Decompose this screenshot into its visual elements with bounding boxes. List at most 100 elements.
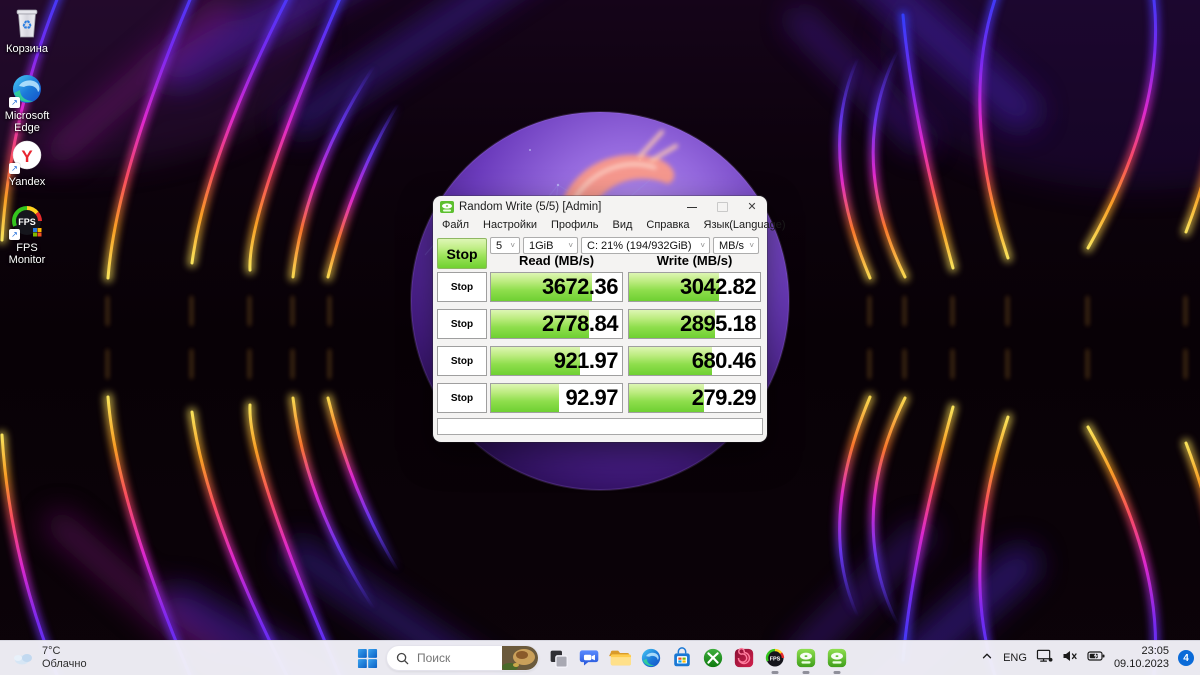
menu-language[interactable]: Язык(Language): [697, 218, 793, 232]
drive-select[interactable]: C: 21% (194/932GiB) ˅: [581, 237, 710, 254]
clock[interactable]: 23:05 09.10.2023: [1114, 645, 1169, 671]
desktop-icon-edge[interactable]: ↗ Microsoft Edge: [0, 72, 54, 134]
yandex-icon: Y ↗: [9, 138, 45, 174]
menu-file[interactable]: Файл: [435, 218, 476, 232]
battery-button[interactable]: [1087, 649, 1105, 667]
svg-text:Y: Y: [21, 147, 33, 166]
edge-taskbar-button[interactable]: [639, 646, 663, 670]
write-result-cell: 3042.82: [628, 272, 761, 302]
read-value: 3672.36: [542, 273, 618, 301]
volume-button[interactable]: [1062, 649, 1078, 668]
diskmark-icon: [795, 647, 817, 669]
tray-date: 09.10.2023: [1114, 658, 1169, 671]
close-button[interactable]: ✕: [737, 196, 767, 218]
chevron-down-icon: ˅: [510, 241, 519, 250]
crystaldiskmark-window: Random Write (5/5) [Admin] ✕ Файл Настро…: [433, 196, 767, 442]
diskmark-taskbar-button-2[interactable]: [825, 646, 849, 670]
edge-icon: ↗: [9, 72, 45, 108]
xbox-button[interactable]: [701, 646, 725, 670]
language-indicator[interactable]: ENG: [1003, 652, 1027, 664]
write-value: 680.46: [692, 347, 756, 375]
recycle-bin-icon: ♻: [9, 5, 45, 41]
stop-row-button[interactable]: Stop: [437, 383, 487, 413]
shortcut-arrow-icon: ↗: [9, 97, 20, 108]
store-icon: [671, 647, 693, 669]
search-input[interactable]: [415, 650, 497, 666]
write-column-header: Write (MB/s): [628, 253, 761, 269]
task-view-icon: [548, 648, 569, 669]
window-title: Random Write (5/5) [Admin]: [459, 201, 601, 213]
svg-text:FPS: FPS: [770, 656, 781, 662]
chevron-down-icon: ˅: [568, 241, 577, 250]
volume-mute-icon: [1062, 649, 1078, 663]
test-size-value: 1GiB: [529, 240, 553, 252]
search-highlight-image: [502, 645, 538, 671]
menu-profile[interactable]: Профиль: [544, 218, 606, 232]
maximize-icon: [717, 202, 728, 212]
read-result-cell: 92.97: [490, 383, 623, 413]
maximize-button: [707, 196, 737, 218]
test-size-select[interactable]: 1GiB ˅: [523, 237, 578, 254]
read-result-cell: 921.97: [490, 346, 623, 376]
menu-bar: Файл Настройки Профиль Вид Справка Язык(…: [433, 218, 767, 234]
title-bar[interactable]: Random Write (5/5) [Admin] ✕: [433, 196, 767, 218]
running-indicator: [772, 671, 779, 674]
network-button[interactable]: [1036, 648, 1053, 668]
desktop-icon-yandex[interactable]: Y ↗ Yandex: [0, 138, 54, 188]
svg-text:♻: ♻: [22, 18, 33, 32]
stop-all-button[interactable]: Stop: [437, 238, 487, 269]
file-explorer-button[interactable]: [608, 646, 632, 670]
app-icon: [440, 200, 454, 214]
running-indicator: [803, 671, 810, 674]
diskmark-icon: [826, 647, 848, 669]
edge-icon: [640, 647, 662, 669]
status-bar: [437, 418, 763, 435]
test-count-select[interactable]: 5 ˅: [490, 237, 520, 254]
chat-icon: [578, 647, 600, 669]
menu-view[interactable]: Вид: [605, 218, 639, 232]
weather-widget[interactable]: 7°C Облачно: [12, 645, 87, 671]
read-value: 92.97: [565, 384, 618, 412]
stop-row-button[interactable]: Stop: [437, 272, 487, 302]
unit-value: MB/s: [719, 240, 744, 252]
minimize-icon: [687, 207, 697, 208]
read-column-header: Read (MB/s): [490, 253, 623, 269]
task-view-button[interactable]: [546, 646, 570, 670]
weather-temp: 7°C: [42, 645, 87, 658]
write-value: 3042.82: [680, 273, 756, 301]
unit-select[interactable]: MB/s ˅: [713, 237, 759, 254]
start-button[interactable]: [355, 646, 379, 670]
read-value: 921.97: [554, 347, 618, 375]
minimize-button[interactable]: [677, 196, 707, 218]
fps-monitor-taskbar-button[interactable]: FPS: [763, 646, 787, 670]
running-indicator: [834, 671, 841, 674]
stop-row-button[interactable]: Stop: [437, 346, 487, 376]
read-bar: [491, 384, 559, 412]
chevron-down-icon: ˅: [700, 241, 709, 250]
chat-button[interactable]: [577, 646, 601, 670]
write-result-cell: 2895.18: [628, 309, 761, 339]
weather-condition: Облачно: [42, 658, 87, 671]
desktop-icon-fps-monitor[interactable]: FPS ↗ FPS Monitor: [0, 204, 54, 266]
desktop-icon-label: Корзина: [0, 43, 54, 55]
read-result-cell: 3672.36: [490, 272, 623, 302]
diskmark-taskbar-button-1[interactable]: [794, 646, 818, 670]
fps-monitor-icon: FPS: [764, 647, 786, 669]
stop-row-button[interactable]: Stop: [437, 309, 487, 339]
notification-badge[interactable]: 4: [1178, 650, 1194, 666]
shortcut-arrow-icon: ↗: [9, 229, 20, 240]
store-button[interactable]: [670, 646, 694, 670]
tray-overflow-button[interactable]: [980, 649, 994, 668]
xbox-icon: [702, 647, 724, 669]
tray-time: 23:05: [1114, 645, 1169, 658]
red-app-button[interactable]: [732, 646, 756, 670]
menu-help[interactable]: Справка: [639, 218, 696, 232]
close-icon: ✕: [747, 202, 756, 213]
shortcut-arrow-icon: ↗: [9, 163, 20, 174]
menu-settings[interactable]: Настройки: [476, 218, 544, 232]
test-count-value: 5: [496, 240, 502, 252]
desktop-icon-label: Microsoft Edge: [0, 110, 54, 134]
desktop-icon-recycle-bin[interactable]: ♻ Корзина: [0, 5, 54, 55]
taskbar-search[interactable]: [386, 645, 539, 671]
write-result-cell: 680.46: [628, 346, 761, 376]
